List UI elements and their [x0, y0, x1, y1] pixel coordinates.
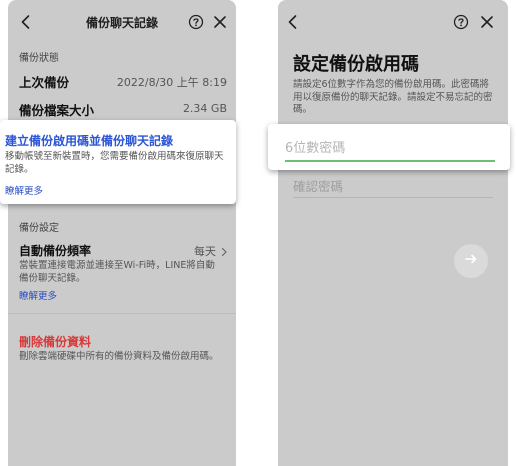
file-size-label: 備份檔案大小: [19, 103, 95, 118]
create-pin-description: 移動帳號至新裝置時，您需要備份啟用碼來復原聊天記錄。: [5, 151, 224, 175]
help-icon[interactable]: [451, 12, 471, 32]
page-title: 備份聊天記錄: [85, 16, 158, 30]
confirm-pin-underline: [293, 197, 493, 198]
pin-instructions: 請設定6位數字作為您的備份啟用碼。此密碼將用以復原備份的聊天記錄。請設定不易忘記…: [293, 79, 493, 115]
arrow-right-icon: [463, 251, 479, 271]
confirm-pin-input[interactable]: [293, 176, 493, 196]
pin-input-card: [268, 124, 510, 170]
back-icon[interactable]: [283, 12, 303, 32]
backup-status-section-title: 備份狀態: [19, 53, 59, 64]
set-pin-screen: 設定備份啟用碼 請設定6位數字作為您的備份啟用碼。此密碼將用以復原備份的聊天記錄…: [278, 0, 508, 466]
auto-backup-frequency-label: 自動備份頻率: [19, 244, 92, 258]
delete-backup-button[interactable]: 刪除備份資料: [19, 333, 91, 350]
last-backup-label: 上次備份: [19, 75, 70, 90]
learn-more-link[interactable]: 瞭解更多: [19, 288, 57, 302]
page-title: 設定備份啟用碼: [293, 54, 419, 75]
auto-backup-frequency-value: 每天: [194, 245, 216, 258]
chevron-right-icon: [218, 243, 230, 257]
delete-backup-description: 刪除雲端硬碟中所有的備份資料及備份啟用碼。: [19, 351, 219, 362]
nav-bar: [278, 0, 508, 44]
close-icon[interactable]: [210, 12, 230, 32]
next-button[interactable]: [454, 244, 488, 278]
nav-bar: 備份聊天記錄: [8, 0, 236, 44]
file-size-value: 2.34 GB: [182, 102, 227, 115]
pin-input[interactable]: [285, 137, 495, 159]
create-pin-card: 建立備份啟用碼並備份聊天記錄 移動帳號至新裝置時，您需要備份啟用碼來復原聊天記錄…: [0, 120, 236, 204]
backup-settings-section-title: 備份設定: [19, 223, 59, 234]
learn-more-link[interactable]: 瞭解更多: [5, 183, 43, 197]
last-backup-value: 2022/8/30 上午 8:19: [116, 76, 227, 89]
auto-backup-frequency-description: 當裝置連接電源並連接至Wi-Fi時，LINE將自動備份聊天記錄。: [19, 260, 215, 284]
pin-input-underline: [285, 160, 495, 162]
close-icon[interactable]: [477, 12, 497, 32]
create-pin-and-backup-button[interactable]: 建立備份啟用碼並備份聊天記錄: [5, 132, 173, 149]
help-icon[interactable]: [186, 12, 206, 32]
backup-settings-screen: 備份聊天記錄 備份狀態 上次備份 2022/8/30 上午 8:19 備份檔案大…: [8, 0, 236, 466]
back-icon[interactable]: [16, 12, 36, 32]
divider: [8, 313, 236, 314]
